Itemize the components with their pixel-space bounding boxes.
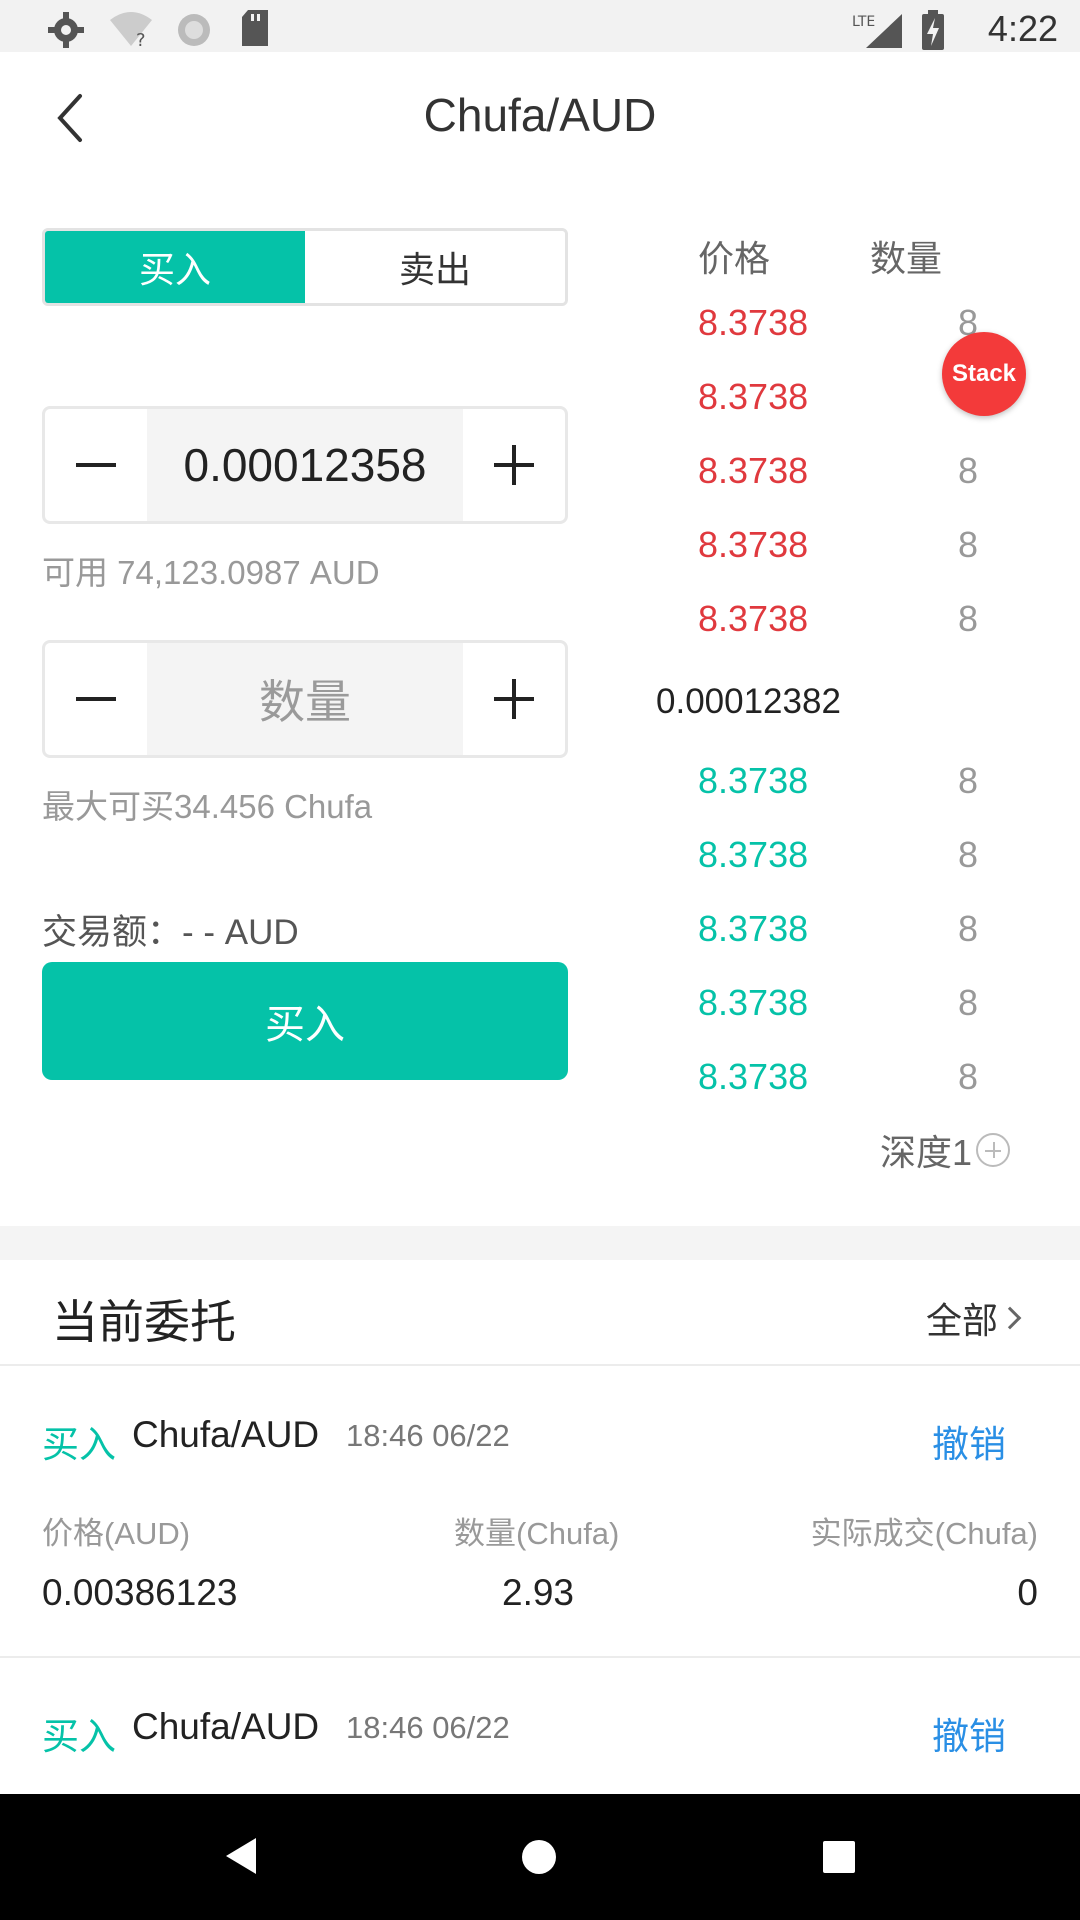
last-price: 0.00012382 — [656, 682, 841, 721]
price-decrease-button[interactable] — [45, 409, 147, 521]
section-divider — [0, 1226, 1080, 1260]
svg-text:?: ? — [136, 30, 146, 48]
battery-charging-icon — [922, 10, 944, 50]
bid-qty: 8 — [958, 908, 979, 949]
ask-price[interactable]: 8.3738 — [698, 524, 808, 566]
cancel-order-button[interactable]: 撤销 — [932, 1414, 1006, 1468]
ask-price[interactable]: 8.3738 — [698, 376, 808, 418]
bid-price[interactable]: 8.3738 — [698, 834, 808, 876]
current-orders-title: 当前委托 — [52, 1296, 236, 1348]
order-time: 18:46 06/22 — [346, 1418, 510, 1453]
plus-icon — [494, 445, 534, 485]
divider — [0, 1364, 1080, 1366]
quantity-input[interactable]: 数量 — [147, 643, 463, 755]
depth-label: 深度1 — [880, 1132, 973, 1173]
svg-text:LTE: LTE — [852, 14, 875, 30]
settings-icon — [48, 12, 84, 48]
bid-price[interactable]: 8.3738 — [698, 908, 808, 950]
bid-price[interactable]: 8.3738 — [698, 760, 808, 802]
ask-price[interactable]: 8.3738 — [698, 450, 808, 492]
quantity-decrease-button[interactable] — [45, 643, 147, 755]
price-stepper: 0.00012358 — [42, 406, 568, 524]
trade-amount: 交易额：- - AUD — [42, 913, 299, 952]
order-qty: 2.93 — [502, 1572, 575, 1613]
price-increase-button[interactable] — [463, 409, 565, 521]
buy-sell-toggle: 买入 卖出 — [42, 228, 568, 306]
buy-button[interactable]: 买入 — [42, 962, 568, 1080]
bid-qty: 8 — [958, 834, 979, 875]
quantity-stepper: 数量 — [42, 640, 568, 758]
nav-back-icon[interactable] — [222, 1836, 258, 1876]
order-price: 0.00386123 — [42, 1572, 238, 1613]
quantity-increase-button[interactable] — [463, 643, 565, 755]
system-nav-bar — [0, 1794, 1080, 1920]
all-orders-link[interactable]: 全部 — [926, 1292, 1022, 1344]
minus-icon — [76, 697, 116, 701]
order-filled: 0 — [1017, 1572, 1038, 1613]
nav-recents-icon[interactable] — [822, 1840, 856, 1874]
divider — [0, 1656, 1080, 1658]
price-input[interactable]: 0.00012358 — [147, 409, 463, 521]
minus-icon — [76, 463, 116, 467]
ask-price[interactable]: 8.3738 — [698, 598, 808, 640]
bid-price[interactable]: 8.3738 — [698, 1056, 808, 1098]
order-time: 18:46 06/22 — [346, 1710, 510, 1745]
bid-qty: 8 — [958, 982, 979, 1023]
status-time: 4:22 — [987, 8, 1058, 49]
cancel-order-button[interactable]: 撤销 — [932, 1706, 1006, 1760]
max-buy-hint: 最大可买34.456 Chufa — [42, 788, 373, 825]
plus-icon — [494, 679, 534, 719]
nav-home-icon[interactable] — [520, 1838, 558, 1876]
orderbook-price-header: 价格 — [698, 238, 771, 279]
order-side: 买入 — [42, 1716, 116, 1757]
ask-qty: 8 — [958, 524, 979, 565]
wifi-question-icon: ? — [110, 12, 152, 48]
status-bar: ? LTE 4:22 — [0, 0, 1080, 52]
order-pair: Chufa/AUD — [132, 1414, 320, 1455]
bid-qty: 8 — [958, 1056, 979, 1097]
plus-circle-icon — [976, 1133, 1011, 1167]
sync-icon — [178, 14, 210, 46]
price-column-label: 价格(AUD) — [42, 1516, 191, 1551]
orderbook-qty-header: 数量 — [870, 238, 943, 279]
order-pair: Chufa/AUD — [132, 1706, 320, 1747]
available-balance: 可用 74,123.0987 AUD — [42, 554, 380, 591]
bid-price[interactable]: 8.3738 — [698, 982, 808, 1024]
app-header: Chufa/AUD — [0, 52, 1080, 182]
tab-buy[interactable]: 买入 — [45, 231, 305, 303]
depth-selector[interactable]: 深度1 — [880, 1124, 1011, 1176]
chevron-right-icon — [998, 1306, 1022, 1330]
page-title: Chufa/AUD — [423, 89, 657, 141]
lte-signal-icon: LTE — [852, 14, 902, 48]
all-orders-label: 全部 — [926, 1300, 999, 1341]
stack-badge[interactable]: Stack — [942, 332, 1026, 416]
ask-qty: 8 — [958, 450, 979, 491]
sd-card-icon — [242, 10, 268, 46]
filled-column-label: 实际成交(Chufa) — [810, 1516, 1038, 1551]
bid-qty: 8 — [958, 760, 979, 801]
order-side: 买入 — [42, 1424, 116, 1465]
qty-column-label: 数量(Chufa) — [454, 1516, 620, 1551]
ask-qty: 8 — [958, 598, 979, 639]
ask-price[interactable]: 8.3738 — [698, 302, 808, 344]
tab-sell[interactable]: 卖出 — [305, 231, 565, 303]
